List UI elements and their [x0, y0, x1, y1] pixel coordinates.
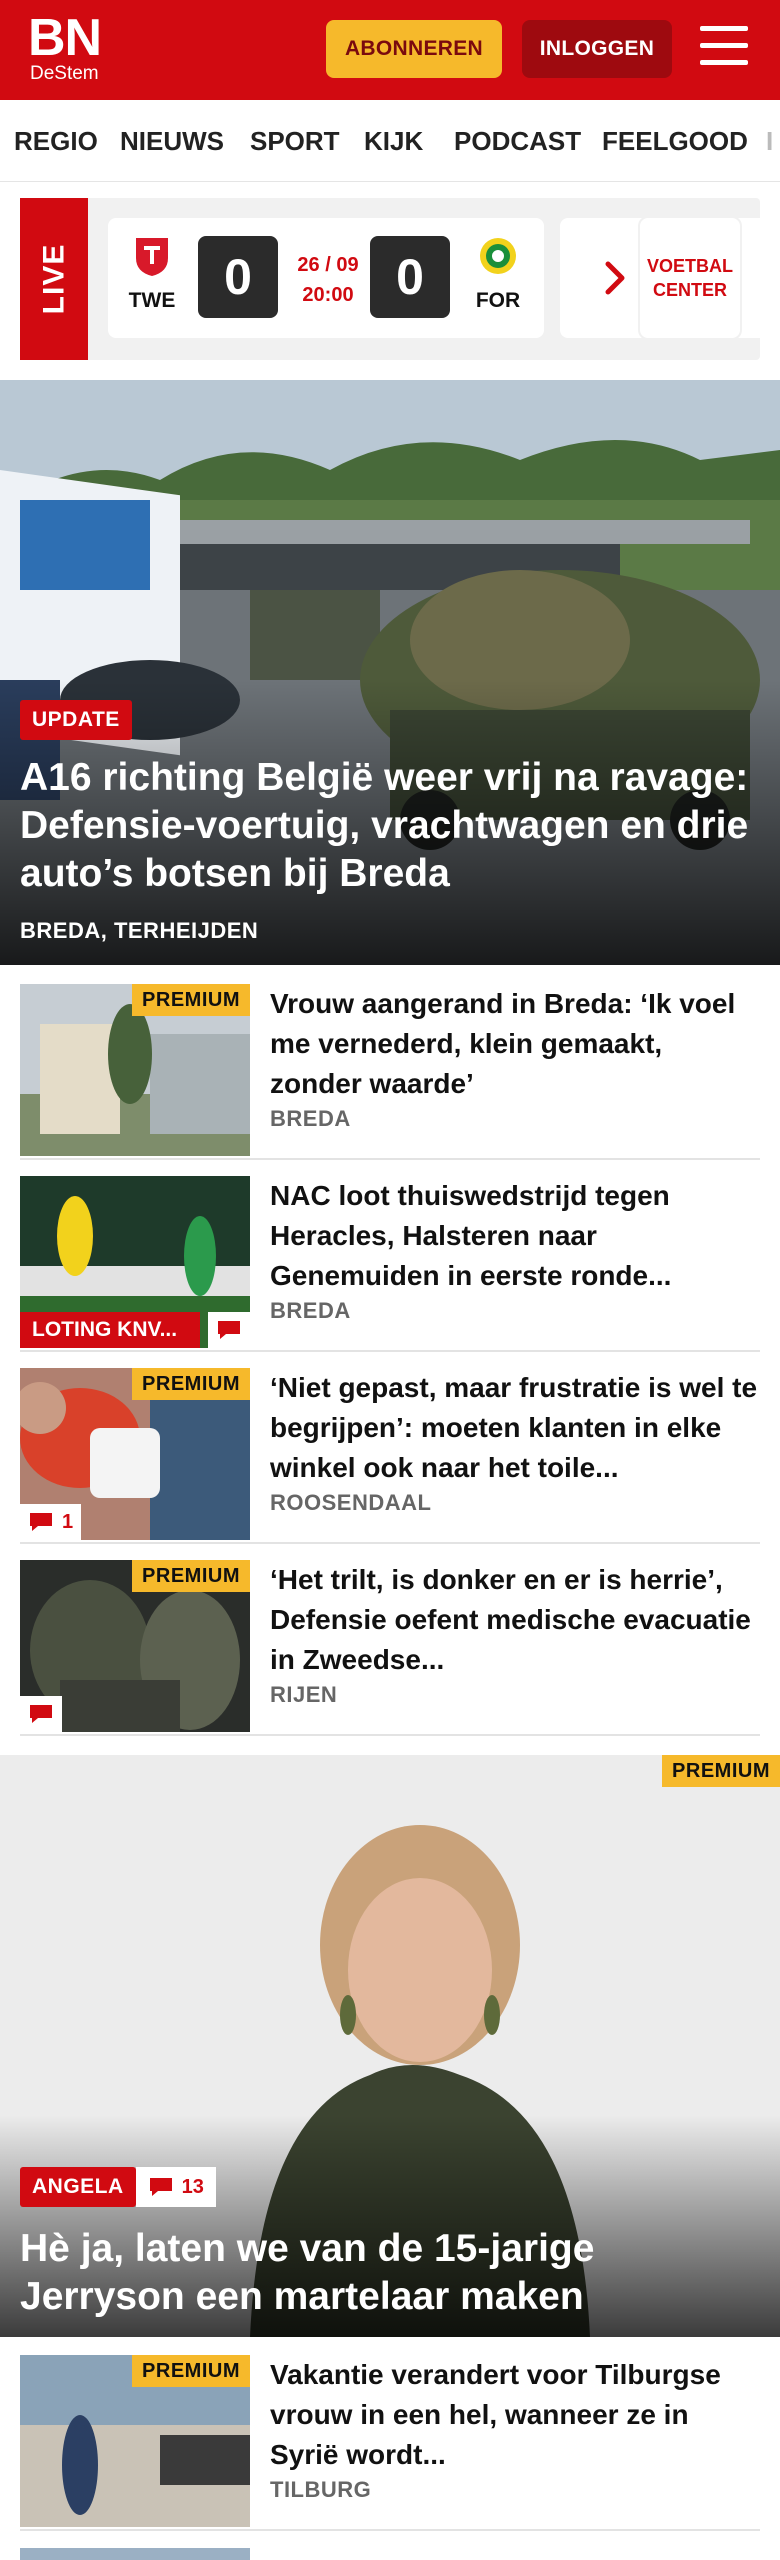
list-item[interactable]: PREMIUM 1 ‘Niet gepast, maar frustratie …	[20, 1368, 760, 1544]
nav-item-overflow[interactable]: I	[766, 100, 773, 181]
comment-badge	[208, 1312, 250, 1348]
premium-badge: PREMIUM	[132, 1560, 250, 1592]
list-item[interactable]: PREMIUM Vrouw aangerand in Breda: ‘Ik vo…	[20, 984, 760, 1160]
match-date: 26 / 09	[297, 254, 359, 276]
article-thumbnail: LOTING KNV...	[20, 1176, 250, 1348]
article-thumbnail: PREMIUM	[20, 984, 250, 1156]
nav-item-regio[interactable]: REGIO	[14, 100, 98, 181]
site-header: BN DeStem ABONNEREN INLOGGEN	[0, 0, 780, 100]
subscribe-button[interactable]: ABONNEREN	[326, 20, 502, 78]
article-title[interactable]: NAC loot thuiswedstrijd tegen Heracles, …	[270, 1176, 760, 1296]
match-time: 20:00	[302, 284, 354, 306]
article-thumbnail: PREMIUM	[20, 1560, 250, 1732]
feature-article[interactable]: PREMIUM ANGELA 13 Hè ja, laten we van de…	[0, 1755, 780, 2337]
article-title[interactable]: ‘Niet gepast, maar frustratie is wel te …	[270, 1368, 760, 1488]
menu-icon[interactable]	[700, 26, 752, 70]
author-label: ANGELA	[20, 2167, 136, 2207]
live-tab[interactable]: LIVE	[20, 198, 88, 360]
list-item[interactable]: PREMIUM Vakantie verandert voor Tilburgs…	[20, 2355, 760, 2531]
list-item[interactable]: LOTING KNV... NAC loot thuiswedstrijd te…	[20, 1176, 760, 1352]
next-card-partial[interactable]: VOETBAL CENTER	[560, 218, 760, 338]
live-scores-strip: LIVE TWE 0 26 / 09 20:00 0 FOR VOETBAL C…	[20, 198, 760, 360]
premium-badge: PREMIUM	[132, 1368, 250, 1400]
list-item[interactable]: PREMIUM ‘Het trilt, is donker en er is h…	[20, 1560, 760, 1736]
article-location: ROOSENDAAL	[270, 1490, 432, 1515]
logo-main-text: BN	[28, 9, 102, 67]
next-thumbnail-partial	[20, 2548, 250, 2560]
away-score: 0	[370, 236, 450, 318]
comment-icon	[30, 1513, 52, 1531]
premium-badge: PREMIUM	[132, 2355, 250, 2387]
away-team: FOR	[468, 234, 528, 313]
nav-item-nieuws[interactable]: NIEUWS	[120, 100, 224, 181]
article-title[interactable]: Vakantie verandert voor Tilburgse vrouw …	[270, 2355, 760, 2475]
match-card[interactable]: TWE 0 26 / 09 20:00 0 FOR	[108, 218, 544, 338]
nav-item-sport[interactable]: SPORT	[250, 100, 340, 181]
away-team-abbr: FOR	[475, 289, 521, 312]
article-thumbnail: PREMIUM 1	[20, 1368, 250, 1540]
category-tag: LOTING KNV...	[20, 1312, 200, 1348]
logo-sub-text: DeStem	[30, 63, 99, 84]
article-title[interactable]: ‘Het trilt, is donker en er is herrie’, …	[270, 1560, 760, 1680]
article-title[interactable]: Vrouw aangerand in Breda: ‘Ik voel me ve…	[270, 984, 760, 1104]
bn-destem-logo[interactable]: BN DeStem	[28, 12, 118, 90]
premium-badge: PREMIUM	[132, 984, 250, 1016]
nav-item-kijk[interactable]: KIJK	[364, 100, 423, 181]
hero-location: BREDA, TERHEIJDEN	[20, 918, 259, 943]
twente-crest-icon	[136, 238, 168, 276]
comment-icon	[149, 2178, 172, 2196]
match-datetime: 26 / 09 20:00	[288, 250, 368, 310]
update-label: UPDATE	[20, 700, 132, 740]
voetbal-center-button[interactable]: VOETBAL CENTER	[640, 218, 740, 338]
comment-count: 13	[181, 2175, 204, 2198]
comment-badge	[20, 1696, 62, 1732]
login-button[interactable]: INLOGGEN	[522, 20, 672, 78]
comment-count: 1	[62, 1510, 74, 1533]
home-score: 0	[198, 236, 278, 318]
article-location: TILBURG	[270, 2477, 372, 2502]
live-label: LIVE	[37, 243, 70, 315]
section-nav: REGIO NIEUWS SPORT KIJK PODCAST FEELGOOD…	[0, 100, 780, 182]
article-location: BREDA	[270, 1298, 351, 1323]
nav-item-podcast[interactable]: PODCAST	[454, 100, 581, 181]
comment-badge: 1	[20, 1504, 82, 1540]
hero-article[interactable]: UPDATE A16 richting België weer vrij na …	[0, 380, 780, 965]
hero-title[interactable]: A16 richting België weer vrij na ravage:…	[20, 754, 765, 898]
comment-icon	[218, 1321, 240, 1339]
premium-badge: PREMIUM	[662, 1755, 780, 1787]
feature-labels: ANGELA 13	[20, 2167, 216, 2207]
fortuna-crest-icon	[480, 238, 516, 274]
article-location: RIJEN	[270, 1682, 338, 1707]
article-location: BREDA	[270, 1106, 351, 1131]
comment-badge: 13	[135, 2167, 216, 2207]
comment-icon	[30, 1705, 52, 1723]
nav-item-feelgood[interactable]: FEELGOOD	[602, 100, 748, 181]
chevron-right-icon[interactable]	[600, 258, 630, 298]
feature-title[interactable]: Hè ja, laten we van de 15-jarige Jerryso…	[20, 2225, 760, 2321]
home-team: TWE	[122, 234, 182, 313]
home-team-abbr: TWE	[128, 289, 176, 312]
article-thumbnail: PREMIUM	[20, 2355, 250, 2527]
